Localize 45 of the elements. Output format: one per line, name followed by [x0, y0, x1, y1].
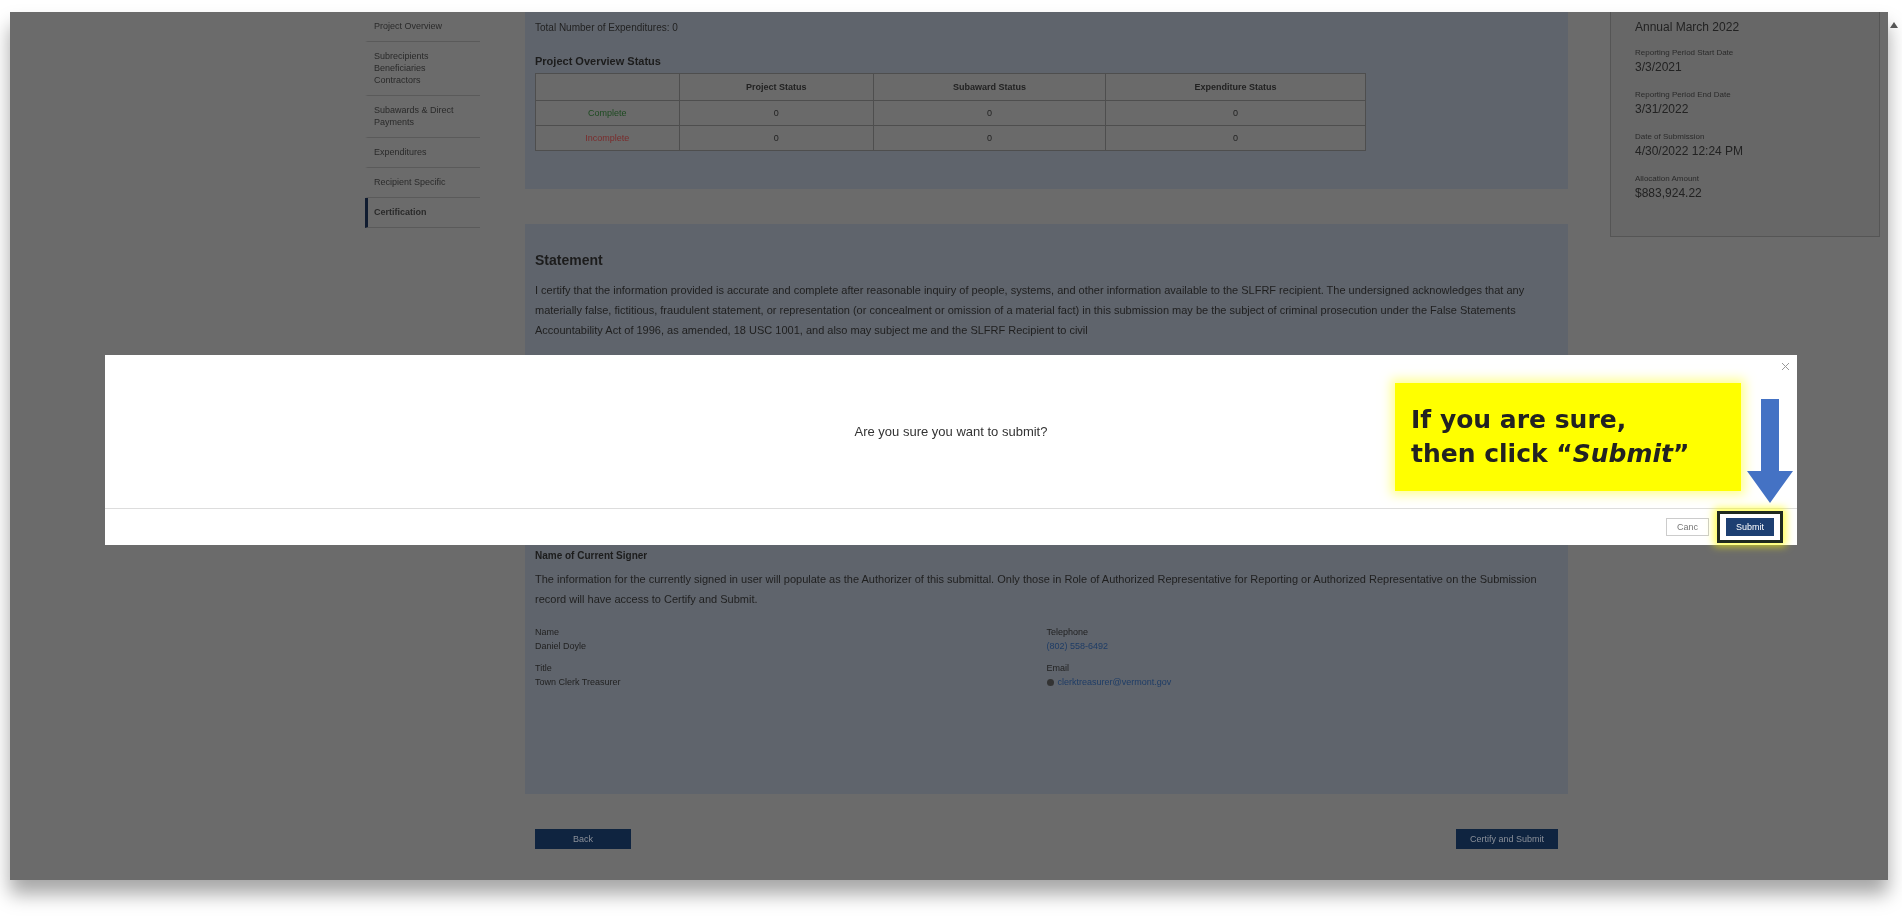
callout-text: If you are sure, [1411, 404, 1628, 436]
submit-button[interactable]: Submit [1726, 518, 1774, 536]
certify-submit-button[interactable]: Certify and Submit [1455, 829, 1558, 849]
signer-note: The information for the currently signed in user will populate as the Authorizer of this submittal. Only those in Role of Authorized Representative for Reporting or Authorized Representative on the Submission record will have access to Certify and Submit. [535, 572, 1538, 607]
column-header: Subaward Status [873, 73, 1106, 101]
field-value: 3/3/2021 [1635, 60, 1683, 74]
column-header: Expenditure Status [1105, 73, 1366, 101]
table-cell: 0 [1105, 125, 1366, 151]
scroll-up-icon[interactable] [1890, 22, 1898, 28]
down-arrow-icon [1747, 399, 1793, 503]
field-value: $883,924.22 [1635, 186, 1703, 200]
table-cell: 0 [1105, 100, 1366, 126]
section-title: Name of Current Signer [535, 550, 649, 561]
contact-link[interactable]: clerktreasurer@vermont.gov [1057, 677, 1172, 687]
row-label: Complete [535, 100, 680, 126]
section-title: Statement [535, 252, 604, 268]
field-value: Daniel Doyle [535, 641, 587, 651]
statement-text: I certify that the information provided is accurate and complete after reasonable inquiry of people, systems, and other information available to the SLFRF recipient. The undersigned acknowledges that any materially false, fictitious, fraudulent statement, or representation (or concealment or omission of a material fact) in this submission may be the subject of criminal prosecution under the False Statements Accountability Act of 1996, as amended, 18 USC 1001, and also may subject me and the SLFRF Recipient to civil [535, 283, 1526, 338]
sidebar-item[interactable]: Certification [365, 198, 480, 228]
field-value: 3/31/2022 [1635, 102, 1690, 116]
back-button[interactable]: Back [535, 829, 631, 849]
sidebar-item[interactable]: Subrecipients Beneficiaries Contractors [365, 42, 480, 96]
callout-text: then click “Submit” [1411, 438, 1691, 470]
sidebar-item[interactable]: Subawards & Direct Payments [365, 96, 480, 138]
section-title: Project Overview Status [535, 55, 662, 67]
field-value: 4/30/2022 12:24 PM [1635, 144, 1745, 158]
field-label: Telephone [1046, 627, 1090, 637]
dialog-message: Are you sure you want to submit? [854, 424, 1048, 439]
cancel-button[interactable]: Canc [1665, 518, 1709, 536]
table-cell: 0 [679, 100, 874, 126]
table-cell: 0 [873, 125, 1106, 151]
column-header: Project Status [679, 73, 874, 101]
field-value: Town Clerk Treasurer [535, 677, 621, 687]
report-title: Annual March 2022 [1635, 20, 1741, 34]
close-icon[interactable] [1782, 363, 1789, 370]
table-cell: 0 [679, 125, 874, 151]
field-label: Email [1046, 663, 1070, 673]
sidebar-item[interactable]: Recipient Specific [365, 168, 480, 198]
field-label: Title [535, 663, 553, 673]
field-label: Name [535, 627, 560, 637]
table-cell: 0 [873, 100, 1106, 126]
contact-link[interactable]: (802) 558-6492 [1046, 641, 1109, 651]
expenditure-total: Total Number of Expenditures: 0 [535, 22, 679, 33]
sidebar-item[interactable]: Expenditures [365, 138, 480, 168]
sidebar-item[interactable]: Project Overview [365, 12, 480, 42]
